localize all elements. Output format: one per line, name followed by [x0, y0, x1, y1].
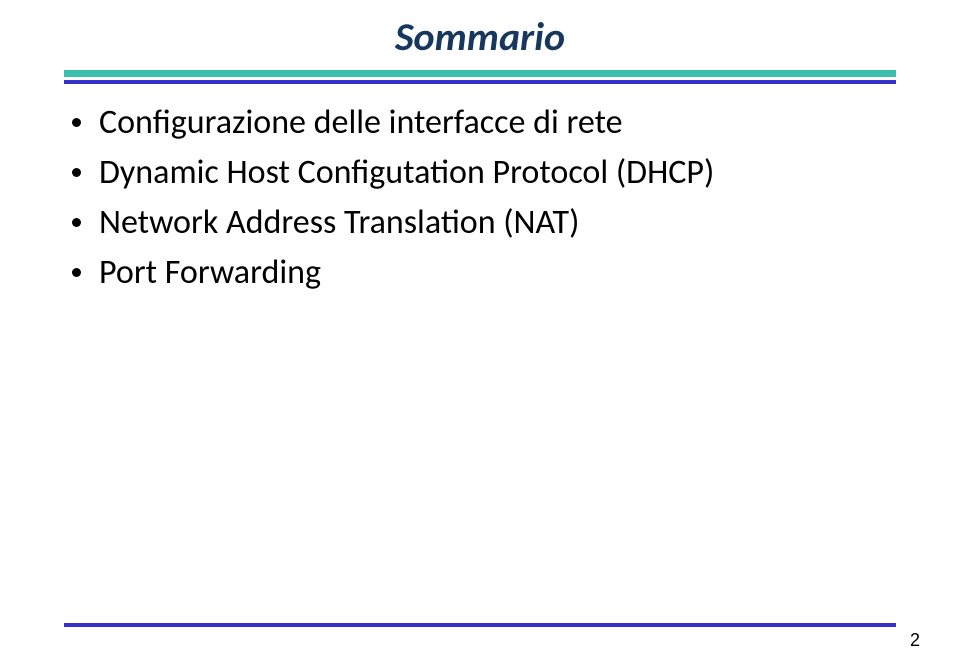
rule-teal — [64, 70, 896, 77]
content-area: Configurazione delle interfacce di rete … — [72, 100, 892, 300]
page-number: 2 — [910, 630, 920, 651]
bottom-rule — [64, 623, 896, 627]
slide: Sommario Configurazione delle interfacce… — [0, 0, 960, 665]
page-title: Sommario — [0, 12, 960, 61]
bullet-icon — [72, 118, 81, 127]
bullet-text: Dynamic Host Configutation Protocol (DHC… — [99, 150, 892, 196]
bullet-icon — [72, 168, 81, 177]
rule-blue — [64, 80, 896, 84]
list-item: Dynamic Host Configutation Protocol (DHC… — [72, 150, 892, 196]
list-item: Network Address Translation (NAT) — [72, 200, 892, 246]
list-item: Configurazione delle interfacce di rete — [72, 100, 892, 146]
bullet-icon — [72, 218, 81, 227]
top-rule — [64, 70, 896, 84]
bullet-text: Port Forwarding — [99, 250, 892, 296]
list-item: Port Forwarding — [72, 250, 892, 296]
bullet-text: Network Address Translation (NAT) — [99, 200, 892, 246]
bullet-icon — [72, 268, 81, 277]
bullet-text: Configurazione delle interfacce di rete — [99, 100, 892, 146]
